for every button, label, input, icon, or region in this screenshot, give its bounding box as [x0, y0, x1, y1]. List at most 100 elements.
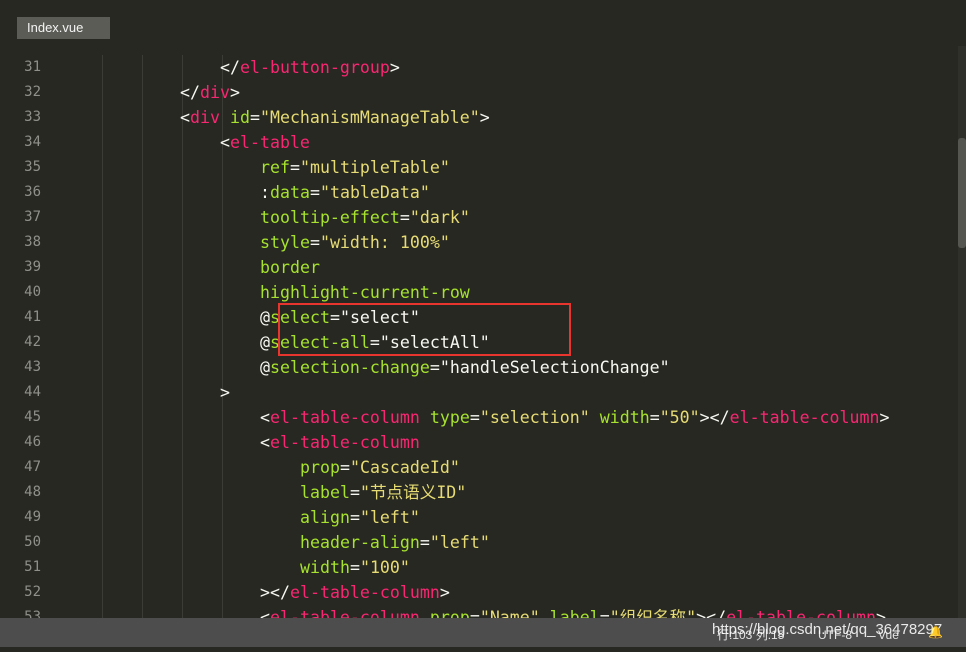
code-text: <el-table-column prop="Name" label="组织名称… [260, 605, 886, 618]
code-line[interactable]: 37 tooltip-effect="dark" [0, 205, 958, 230]
code-line[interactable]: 36 :data="tableData" [0, 180, 958, 205]
code-line[interactable]: 47 prop="CascadeId" [0, 455, 958, 480]
code-token: el-table-column [726, 608, 876, 618]
code-token: "dark" [409, 208, 470, 227]
code-token: = [349, 508, 360, 527]
code-text: <div id="MechanismManageTable"> [180, 105, 490, 130]
vertical-scrollbar[interactable] [958, 46, 966, 618]
line-number: 43 [24, 359, 41, 375]
code-text: </div> [180, 80, 240, 105]
code-token: @ [260, 333, 270, 352]
code-line[interactable]: 38 style="width: 100%" [0, 230, 958, 255]
code-token: width [300, 558, 350, 577]
code-token: selection-change [270, 358, 430, 377]
watermark-text: https://blog.csdn.net/qq_36478297 [712, 621, 943, 638]
code-token: style [260, 233, 310, 252]
code-text: highlight-current-row [260, 280, 470, 305]
code-line[interactable]: 46 <el-table-column [0, 430, 958, 455]
code-token: el-table-column [729, 408, 880, 427]
code-token: header-align [300, 533, 420, 552]
code-token: id [229, 108, 250, 127]
line-number: 50 [24, 534, 41, 550]
code-token: = [429, 358, 440, 377]
code-token: prop [300, 458, 340, 477]
line-number: 41 [24, 309, 41, 325]
tab-bar: Index.vue [0, 0, 966, 46]
code-text: <el-table-column [260, 430, 420, 455]
code-token: ></ [260, 583, 290, 602]
line-number: 44 [24, 384, 41, 400]
bell-icon[interactable]: 🔔 [928, 626, 943, 638]
code-token: : [260, 183, 270, 202]
code-line[interactable]: 43 @selection-change="handleSelectionChan… [0, 355, 958, 380]
code-line[interactable]: 49 align="left" [0, 505, 958, 530]
code-text: style="width: 100%" [260, 230, 450, 255]
code-token: "multipleTable" [299, 158, 450, 177]
code-token: "Name" [479, 608, 540, 618]
code-token: "100" [359, 558, 410, 577]
code-line[interactable]: 32 </div> [0, 80, 958, 105]
code-line[interactable]: 39 border [0, 255, 958, 280]
code-line[interactable]: 40 highlight-current-row [0, 280, 958, 305]
code-line[interactable]: 44 > [0, 380, 958, 405]
code-text: prop="CascadeId" [300, 455, 460, 480]
code-token: el-table-column [270, 433, 420, 452]
code-token: < [260, 433, 270, 452]
code-token: ref [260, 158, 290, 177]
code-token: < [260, 408, 270, 427]
code-token: div [190, 108, 220, 127]
code-text: ref="multipleTable" [260, 155, 450, 180]
code-line[interactable]: 50 header-align="left" [0, 530, 958, 555]
code-text: label="节点语义ID" [300, 480, 466, 505]
code-token: < [260, 608, 270, 618]
line-number: 49 [24, 509, 41, 525]
code-token: = [349, 483, 360, 502]
line-number: 36 [24, 184, 41, 200]
line-number: 51 [24, 559, 41, 575]
line-number: 31 [24, 59, 41, 75]
code-token: > [439, 583, 450, 602]
code-line[interactable]: 34 <el-table [0, 130, 958, 155]
code-token: < [180, 108, 190, 127]
scrollbar-thumb[interactable] [958, 138, 966, 248]
code-token: type [429, 408, 470, 427]
code-text: > [220, 380, 230, 405]
code-token: "CascadeId" [349, 458, 460, 477]
line-number: 32 [24, 84, 41, 100]
code-token: el-table-column [270, 608, 420, 618]
code-token: width [599, 408, 650, 427]
code-token: border [260, 258, 320, 277]
code-line[interactable]: 35 ref="multipleTable" [0, 155, 958, 180]
code-line[interactable]: 31 </el-button-group> [0, 55, 958, 80]
code-token: > [479, 108, 490, 127]
code-line[interactable]: 51 width="100" [0, 555, 958, 580]
code-text: :data="tableData" [260, 180, 430, 205]
code-token: "left" [359, 508, 420, 527]
code-token: el-button-group [239, 58, 390, 77]
code-token: div [199, 83, 230, 102]
code-token: prop [429, 608, 470, 618]
code-token: = [399, 208, 410, 227]
line-number: 42 [24, 334, 41, 350]
code-token: > [879, 408, 890, 427]
code-line[interactable]: 33 <div id="MechanismManageTable"> [0, 105, 958, 130]
code-line[interactable]: 48 label="节点语义ID" [0, 480, 958, 505]
tab-index-vue[interactable]: Index.vue [17, 17, 110, 39]
code-token: = [469, 408, 480, 427]
code-line[interactable]: 53 <el-table-column prop="Name" label="组织… [0, 605, 958, 618]
code-text: border [260, 255, 320, 280]
code-token: > [220, 383, 230, 402]
code-token: "组织名称" [609, 608, 697, 618]
annotation-highlight-box [278, 303, 571, 356]
code-token: < [220, 133, 230, 152]
line-number: 40 [24, 284, 41, 300]
code-token: "width: 100%" [319, 233, 450, 252]
code-token: "tableData" [319, 183, 430, 202]
code-line[interactable]: 45 <el-table-column type="selection" widt… [0, 405, 958, 430]
code-line[interactable]: 52 ></el-table-column> [0, 580, 958, 605]
code-token: @ [260, 308, 270, 327]
